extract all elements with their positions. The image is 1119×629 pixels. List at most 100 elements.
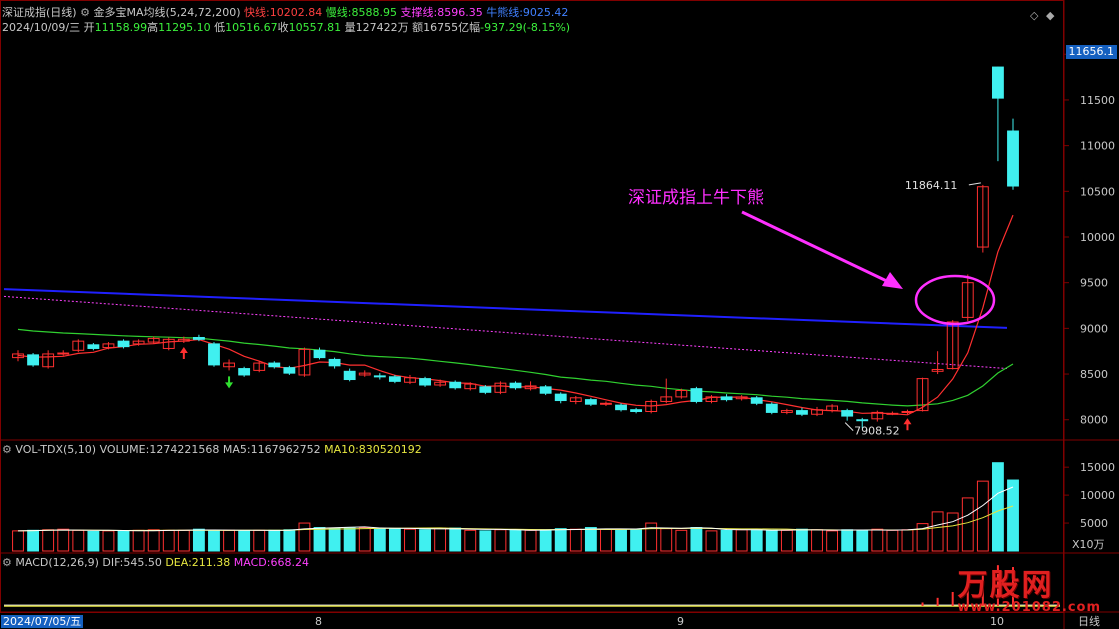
volume-bar-up [780, 529, 793, 552]
volume-ma10-line [17, 505, 1014, 532]
callout-arrowhead-icon [882, 272, 903, 289]
close-value: 10557.81 [288, 21, 342, 34]
volume-ma5-line [17, 486, 1014, 532]
volume-settings-icon[interactable]: ⚙ [2, 443, 12, 456]
candle-down [630, 409, 643, 413]
candle-up [886, 412, 899, 415]
candle-down [991, 66, 1004, 99]
vol-ma5-value: 1167962752 [250, 443, 321, 456]
volume-label: 量 [344, 21, 356, 34]
low-price-label: 7908.52 [854, 425, 900, 438]
volume-header: ⚙ VOL-TDX(5,10) VOLUME:1274221568 MA5:11… [2, 443, 422, 456]
support-line-value: 8596.35 [437, 6, 483, 19]
candle-down [419, 378, 431, 386]
kline-chart-window[interactable]: 1200011500110001050010000950090008500800… [0, 0, 1119, 629]
price-tick-label: 8000 [1080, 414, 1108, 427]
high-pointer [968, 182, 981, 186]
candle-down [238, 368, 251, 376]
volume-series-value: 1274221568 [149, 443, 220, 456]
fast-line-label: 快线: [244, 6, 270, 19]
volume-bar-up [886, 529, 899, 552]
candle-down [328, 358, 341, 367]
collapse-diamond-icon[interactable]: ◆ [1046, 9, 1054, 22]
callout-text: 深证成指上牛下熊 [628, 188, 764, 208]
vol-ma5-label: MA5: [222, 443, 251, 456]
buy-arrow-icon [179, 346, 188, 359]
volume-bar-up [871, 528, 884, 552]
volume-bar-up [162, 529, 175, 552]
volume-bar-up [12, 530, 24, 552]
macd-settings-icon[interactable]: ⚙ [2, 556, 12, 569]
dea-value: 211.38 [191, 556, 231, 569]
price-tick-label: 8500 [1080, 368, 1108, 381]
macd-label: MACD: [233, 556, 271, 569]
expand-diamond-icon[interactable]: ◇ [1030, 9, 1038, 22]
volume-bar-down [856, 529, 869, 552]
volume-bar-down [1007, 479, 1019, 552]
volume-bar-down [328, 527, 341, 552]
callout-arrow-line [741, 210, 894, 286]
low-value: 10516.67 [225, 21, 278, 34]
period-label[interactable]: 日线 [1078, 615, 1100, 628]
volume-bar-up [494, 529, 507, 552]
volume-bar-up [600, 528, 612, 552]
volume-bar-up [901, 529, 914, 552]
time-axis-start-date: 2024/07/05/五 [1, 615, 84, 628]
volume-bar-up [931, 511, 944, 552]
candle-down [509, 382, 522, 389]
ma-indicator-name[interactable]: 金多宝MA均线(5,24,72,200) [93, 6, 240, 19]
volume-indicator-name[interactable]: VOL-TDX(5,10) [15, 443, 96, 456]
bull-bear-line [3, 288, 1008, 329]
price-tick-label: 9000 [1080, 322, 1108, 335]
volume-bar-down [509, 529, 522, 552]
candle-down [539, 386, 552, 394]
candle-down [313, 349, 326, 359]
highlight-ellipse [914, 274, 996, 326]
macd-indicator-name[interactable]: MACD(12,26,9) [15, 556, 99, 569]
candle-down [796, 410, 808, 415]
index-name: 深证成指(日线) [2, 6, 77, 19]
slow-line-value: 8588.95 [351, 6, 397, 19]
volume-bar-down [796, 528, 808, 552]
candle-down [283, 367, 296, 374]
low-pointer [844, 422, 854, 431]
volume-bar-down [117, 530, 130, 552]
volume-bar-down [192, 528, 205, 552]
volume-bar-up [434, 527, 447, 552]
site-watermark: 万股网 www.201082.com [957, 560, 1101, 615]
volume-bar-up [404, 528, 416, 552]
candle-up [57, 352, 70, 355]
candle-down [87, 344, 100, 349]
volume-bar-down [268, 529, 281, 552]
volume-bar-down [554, 528, 567, 552]
high-value: 11295.10 [158, 21, 211, 34]
chart-canvas[interactable]: 1200011500110001050010000950090008500800… [0, 0, 1119, 629]
change-label: 幅 [469, 21, 481, 34]
high-price-label: 11864.11 [905, 179, 958, 192]
volume-bar-down [283, 529, 296, 552]
volume-bar-down [615, 529, 627, 552]
close-label: 收 [277, 21, 289, 34]
volume-bar-up [147, 529, 160, 552]
volume-unit: X10万 [1072, 538, 1105, 551]
price-tick-label: 11000 [1080, 140, 1115, 153]
dif-label: DIF: [102, 556, 124, 569]
slow-line-label: 慢线: [325, 6, 352, 19]
vol-ma10-value: 830520192 [358, 443, 422, 456]
macd-value: 668.24 [270, 556, 309, 569]
price-tick-label: 10000 [1080, 231, 1115, 244]
low-label: 低 [214, 21, 226, 34]
volume-bar-down [479, 530, 492, 552]
volume-bar-up [826, 530, 839, 552]
candle-down [373, 375, 386, 378]
ma200-line [3, 295, 1008, 370]
candle-down [343, 370, 356, 381]
time-axis-month-9: 9 [677, 615, 684, 628]
settings-gear-icon[interactable]: ⚙ [80, 6, 90, 19]
candle-up [901, 411, 914, 414]
volume-bar-up [735, 529, 748, 552]
volume-bar-down [388, 528, 401, 552]
vol-ma10-label: MA10: [324, 443, 359, 456]
macd-header: ⚙ MACD(12,26,9) DIF:545.50 DEA:211.38 MA… [2, 556, 309, 569]
volume-tick-label: 10000 [1080, 489, 1115, 502]
